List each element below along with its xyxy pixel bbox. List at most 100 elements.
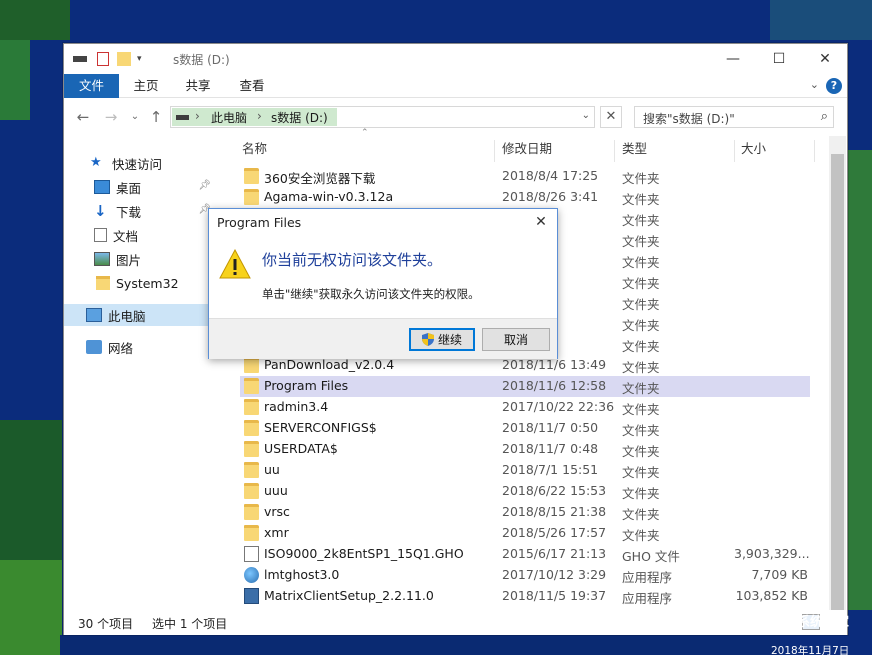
column-header-type[interactable]: 类型 xyxy=(622,136,732,162)
search-box[interactable]: 搜索"s数据 (D:)" ⌕ xyxy=(634,106,834,128)
address-dropdown-icon[interactable]: ⌄ xyxy=(582,110,590,121)
sidebar-item-downloads[interactable]: ↓ 下载 📌︎ xyxy=(64,200,229,222)
folder-icon xyxy=(244,378,259,394)
sidebar-item-this-pc[interactable]: 此电脑 xyxy=(64,304,229,326)
file-type: 文件夹 xyxy=(622,465,660,480)
sidebar-item-desktop[interactable]: 桌面 📌︎ xyxy=(64,176,229,198)
file-name: ISO9000_2k8EntSP1_15Q1.GHO xyxy=(264,546,464,561)
breadcrumb-this-pc[interactable]: 此电脑 xyxy=(211,109,247,126)
file-row[interactable]: uuu 2018/6/22 15:53 文件夹 xyxy=(240,481,810,502)
search-icon[interactable]: ⌕ xyxy=(821,109,828,124)
title-bar[interactable]: ▾ s数据 (D:) — ☐ ✕ xyxy=(64,44,847,74)
file-type: 文件夹 xyxy=(622,528,660,543)
file-row[interactable]: Agama-win-v0.3.12a 2018/8/26 3:41 文件夹 xyxy=(240,187,810,208)
file-size: 7,709 KB xyxy=(751,567,808,582)
file-date: 2017/10/12 3:29 xyxy=(502,567,607,582)
file-date: 2018/8/4 17:25 xyxy=(502,168,599,183)
tab-file[interactable]: 文件 xyxy=(64,74,119,98)
pin-icon[interactable]: 📌︎ xyxy=(198,180,211,191)
up-button[interactable]: ↑ xyxy=(147,108,165,126)
column-divider[interactable] xyxy=(734,140,735,162)
status-bar: 30 个项目 选中 1 个项目 xyxy=(64,610,847,635)
file-row[interactable]: SERVERCONFIGS$ 2018/11/7 0:50 文件夹 xyxy=(240,418,810,439)
file-row[interactable]: radmin3.4 2017/10/22 22:36 文件夹 xyxy=(240,397,810,418)
column-divider[interactable] xyxy=(614,140,615,162)
file-date: 2018/11/5 19:37 xyxy=(502,588,607,603)
sidebar-item-network[interactable]: 网络 xyxy=(64,336,229,358)
cancel-button[interactable]: 取消 xyxy=(482,328,550,351)
desktop-pattern xyxy=(848,150,872,610)
breadcrumb-drive-d[interactable]: s数据 (D:) xyxy=(271,109,328,126)
tab-view[interactable]: 查看 xyxy=(230,74,274,98)
desktop-pattern xyxy=(0,40,30,120)
sidebar-item-label: 图片 xyxy=(116,252,142,268)
maximize-button[interactable]: ☐ xyxy=(756,44,802,74)
file-row[interactable]: vrsc 2018/8/15 21:38 文件夹 xyxy=(240,502,810,523)
sidebar-item-system32[interactable]: System32 xyxy=(64,272,229,294)
watermark-date: 2018年11月7日 xyxy=(771,645,850,655)
document-icon xyxy=(94,228,107,242)
close-button[interactable]: ✕ xyxy=(802,44,848,74)
address-bar[interactable]: › 此电脑 › s数据 (D:) ⌄ xyxy=(170,106,595,128)
tab-home[interactable]: 主页 xyxy=(124,74,168,98)
file-date: 2015/6/17 21:13 xyxy=(502,546,607,561)
address-clear-button[interactable]: ✕ xyxy=(600,106,622,128)
folder-icon xyxy=(244,462,259,478)
help-button[interactable]: ? xyxy=(826,78,842,94)
sidebar-item-documents[interactable]: 文档 xyxy=(64,224,229,246)
item-count: 30 个项目 xyxy=(78,617,134,631)
recent-locations-button[interactable]: ⌄ xyxy=(126,108,144,126)
column-header-name[interactable]: 名称 xyxy=(242,136,492,162)
file-row[interactable]: ISO9000_2k8EntSP1_15Q1.GHO 2015/6/17 21:1… xyxy=(240,544,810,565)
file-row[interactable]: USERDATA$ 2018/11/7 0:48 文件夹 xyxy=(240,439,810,460)
file-row[interactable]: lmtghost3.0 2017/10/12 3:29 应用程序 7,709 KB xyxy=(240,565,810,586)
sidebar-item-pictures[interactable]: 图片 xyxy=(64,248,229,270)
file-type: 文件夹 xyxy=(622,423,660,438)
network-icon xyxy=(86,340,102,354)
watermark-logo-text: 系统之家 xyxy=(797,615,850,630)
column-header-size[interactable]: 大小 xyxy=(741,136,811,162)
file-row[interactable]: uu 2018/7/1 15:51 文件夹 xyxy=(240,460,810,481)
sidebar-item-quick-access[interactable]: ★ 快速访问 xyxy=(64,152,229,174)
file-date: 2018/5/26 17:57 xyxy=(502,525,607,540)
vertical-scrollbar[interactable] xyxy=(829,136,846,614)
scrollbar-thumb[interactable] xyxy=(831,154,844,614)
forward-button[interactable]: → xyxy=(102,108,120,126)
file-date: 2018/8/26 3:41 xyxy=(502,189,599,204)
file-type: 应用程序 xyxy=(622,570,673,585)
sidebar-item-label: 网络 xyxy=(108,340,134,356)
minimize-button[interactable]: — xyxy=(710,44,756,74)
ribbon-collapse-icon[interactable]: ⌄ xyxy=(810,78,819,91)
properties-icon[interactable] xyxy=(97,52,109,66)
file-type: 文件夹 xyxy=(622,171,660,186)
dialog-close-button[interactable]: ✕ xyxy=(531,212,551,232)
desktop-pattern xyxy=(0,0,70,40)
file-name: 360安全浏览器下载 xyxy=(264,171,376,186)
customize-toolbar-icon[interactable]: ▾ xyxy=(137,54,142,64)
breadcrumb-separator: › xyxy=(195,109,200,123)
column-header-date[interactable]: 修改日期 xyxy=(502,136,612,162)
file-row[interactable]: MatrixClientSetup_2.2.11.0 2018/11/5 19:3… xyxy=(240,586,810,607)
column-divider[interactable] xyxy=(494,140,495,162)
file-type: 文件夹 xyxy=(622,318,660,333)
file-row[interactable]: xmr 2018/5/26 17:57 文件夹 xyxy=(240,523,810,544)
new-folder-icon[interactable] xyxy=(117,52,131,66)
continue-button[interactable]: 继续 xyxy=(409,328,475,351)
back-button[interactable]: ← xyxy=(74,108,92,126)
file-type: 文件夹 xyxy=(622,507,660,522)
drive-icon[interactable] xyxy=(73,56,87,62)
column-divider[interactable] xyxy=(814,140,815,162)
star-icon: ★ xyxy=(90,155,102,170)
file-row[interactable]: Program Files 2018/11/6 12:58 文件夹 xyxy=(240,376,810,397)
file-row[interactable]: 360安全浏览器下载 2018/8/4 17:25 文件夹 xyxy=(240,166,810,187)
desktop-icon xyxy=(94,180,110,194)
desktop-pattern xyxy=(0,560,62,655)
file-size: 103,852 KB xyxy=(735,588,808,603)
search-input[interactable]: 搜索"s数据 (D:)" xyxy=(643,110,735,127)
warning-icon xyxy=(219,249,251,279)
folder-icon xyxy=(244,483,259,499)
file-name: uu xyxy=(264,462,280,477)
file-name: MatrixClientSetup_2.2.11.0 xyxy=(264,588,434,603)
file-type: GHO 文件 xyxy=(622,549,680,564)
tab-share[interactable]: 共享 xyxy=(176,74,220,98)
